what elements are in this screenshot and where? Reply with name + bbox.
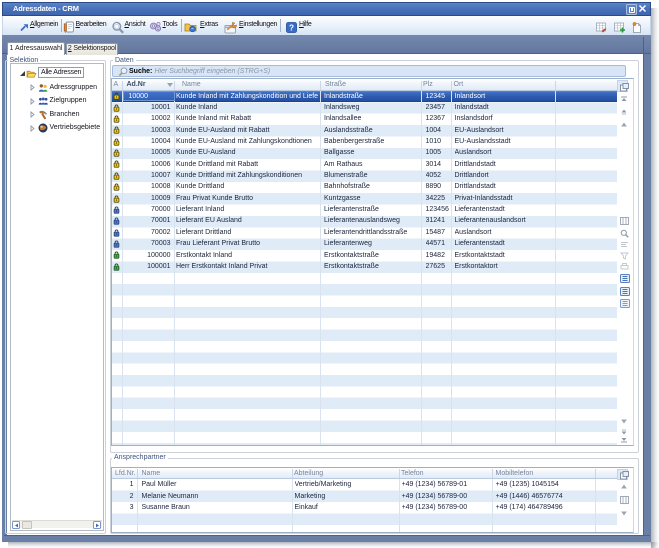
svg-text:?: ?	[289, 23, 294, 32]
